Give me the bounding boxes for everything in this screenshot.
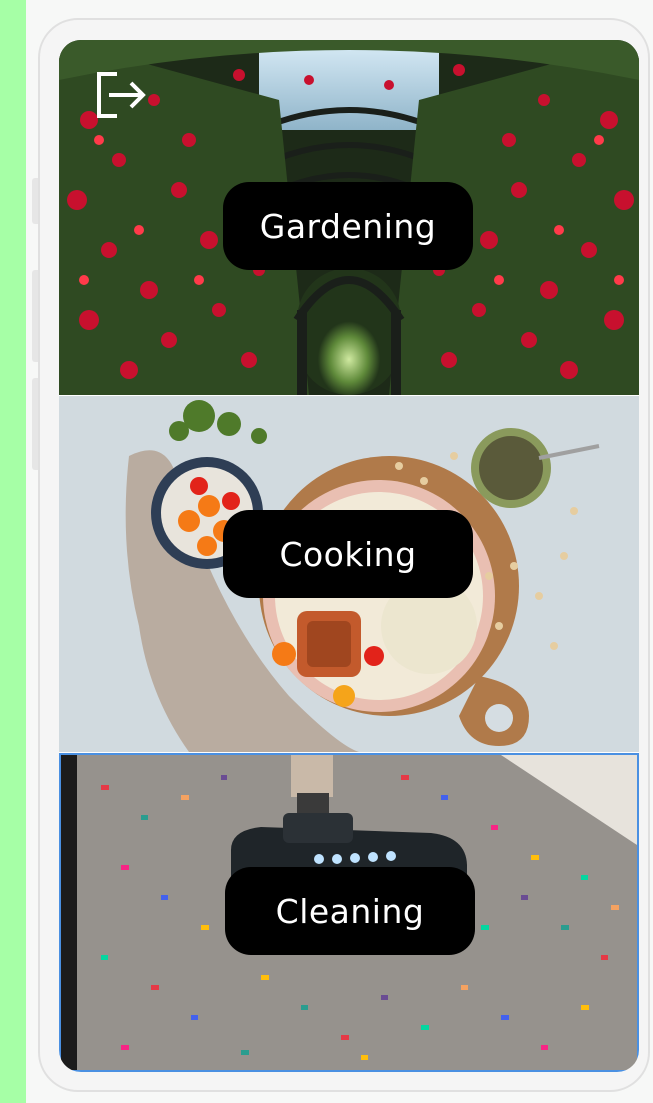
logout-icon[interactable] bbox=[95, 70, 149, 120]
category-tile-gardening[interactable]: Gardening bbox=[59, 40, 639, 395]
category-tile-cooking[interactable]: Cooking bbox=[59, 396, 639, 752]
category-button-cooking[interactable]: Cooking bbox=[223, 510, 473, 598]
app-stage: Gardening Cooking Cleaning bbox=[0, 0, 653, 1103]
category-tile-cleaning[interactable]: Cleaning bbox=[59, 753, 639, 1072]
category-button-cleaning[interactable]: Cleaning bbox=[225, 867, 475, 955]
phone-screen: Gardening Cooking Cleaning bbox=[59, 40, 639, 1072]
category-button-gardening[interactable]: Gardening bbox=[223, 182, 473, 270]
